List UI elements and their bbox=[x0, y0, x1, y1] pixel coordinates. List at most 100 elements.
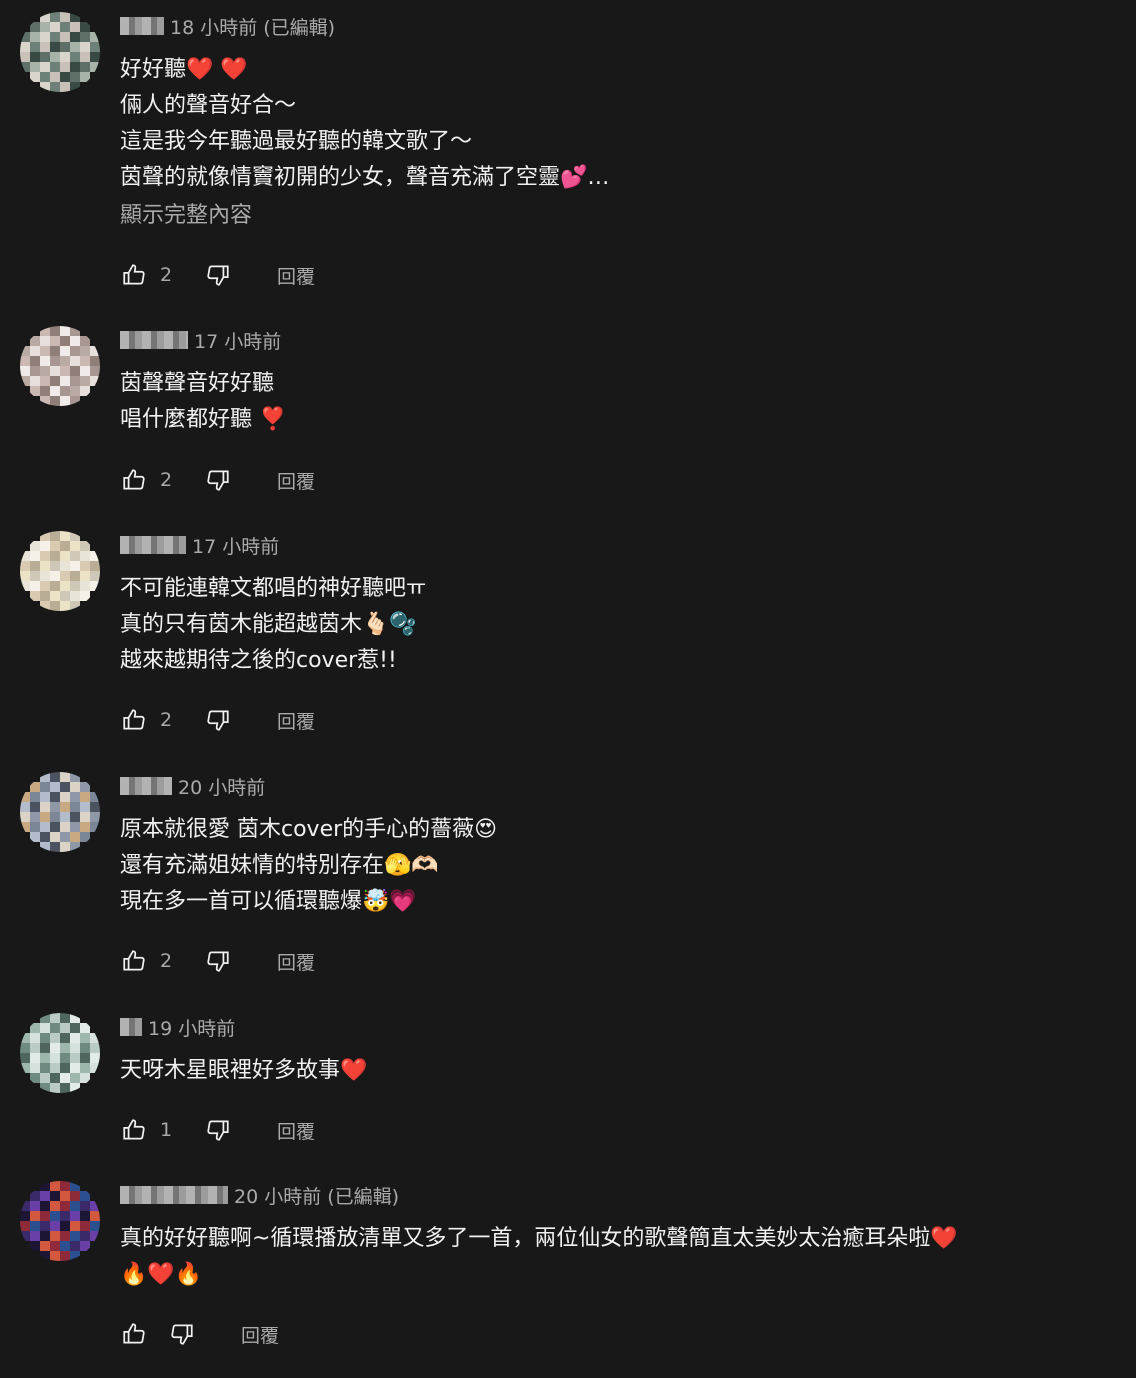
avatar-pixel bbox=[60, 1063, 70, 1073]
avatar-pixel bbox=[60, 326, 70, 336]
avatar-pixel bbox=[60, 1033, 70, 1043]
comment-header: 18 小時前 (已編輯) bbox=[120, 12, 1116, 40]
comment-actions: 1 回覆 bbox=[120, 1116, 315, 1144]
avatar-pixel bbox=[80, 356, 90, 366]
like-icon[interactable] bbox=[120, 1116, 148, 1144]
avatar-pixel bbox=[30, 1231, 40, 1241]
avatar-pixel bbox=[40, 561, 50, 571]
avatar-pixel bbox=[40, 772, 50, 782]
avatar-pixel bbox=[20, 802, 30, 812]
avatar-pixel bbox=[90, 1043, 100, 1053]
avatar-pixel bbox=[50, 561, 60, 571]
like-icon[interactable] bbox=[120, 261, 148, 289]
dislike-icon[interactable] bbox=[204, 947, 232, 975]
avatar-pixel bbox=[20, 822, 30, 832]
avatar-pixel bbox=[70, 591, 80, 601]
author-name-blurred[interactable] bbox=[120, 536, 186, 554]
avatar-pixel bbox=[60, 1201, 70, 1211]
like-icon[interactable] bbox=[120, 466, 148, 494]
avatar-pixel bbox=[40, 531, 50, 541]
reply-button[interactable]: 回覆 bbox=[277, 707, 315, 734]
avatar[interactable] bbox=[20, 1013, 100, 1093]
reply-button[interactable]: 回覆 bbox=[277, 262, 315, 289]
avatar-pixel bbox=[70, 336, 80, 346]
avatar-pixel bbox=[80, 541, 90, 551]
author-name-blurred[interactable] bbox=[120, 331, 188, 349]
reply-button[interactable]: 回覆 bbox=[277, 1117, 315, 1144]
comment-timestamp[interactable]: 20 小時前 bbox=[234, 1182, 321, 1209]
avatar-pixel bbox=[90, 1211, 100, 1221]
like-count: 2 bbox=[160, 264, 173, 286]
avatar-pixel bbox=[70, 531, 80, 541]
author-name-blurred[interactable] bbox=[120, 1186, 228, 1204]
avatar[interactable] bbox=[20, 531, 100, 611]
avatar-pixel bbox=[80, 1231, 90, 1241]
avatar-pixel bbox=[40, 356, 50, 366]
comment-timestamp[interactable]: 17 小時前 bbox=[192, 532, 279, 559]
avatar[interactable] bbox=[20, 326, 100, 406]
avatar[interactable] bbox=[20, 772, 100, 852]
dislike-icon[interactable] bbox=[204, 706, 232, 734]
avatar-pixel bbox=[60, 12, 70, 22]
comment-timestamp[interactable]: 20 小時前 bbox=[178, 773, 265, 800]
like-icon[interactable] bbox=[120, 1320, 148, 1348]
dislike-icon[interactable] bbox=[204, 1116, 232, 1144]
author-name-blurred[interactable] bbox=[120, 777, 172, 795]
dislike-icon[interactable] bbox=[168, 1320, 196, 1348]
avatar-pixel bbox=[90, 32, 100, 42]
author-name-blurred[interactable] bbox=[120, 1018, 142, 1036]
avatar-pixel bbox=[60, 396, 70, 406]
avatar-pixel bbox=[20, 1231, 30, 1241]
like-icon[interactable] bbox=[120, 706, 148, 734]
avatar-pixel bbox=[80, 72, 90, 82]
avatar-pixel bbox=[90, 571, 100, 581]
avatar-pixel bbox=[60, 842, 70, 852]
avatar-pixel bbox=[60, 82, 70, 92]
avatar-pixel bbox=[50, 356, 60, 366]
avatar-pixel bbox=[40, 326, 50, 336]
avatar-pixel bbox=[80, 581, 90, 591]
avatar-pixel bbox=[20, 1201, 30, 1211]
avatar-pixel bbox=[80, 1211, 90, 1221]
comment-timestamp[interactable]: 19 小時前 bbox=[148, 1014, 235, 1041]
avatar-pixel bbox=[50, 386, 60, 396]
comment-timestamp[interactable]: 17 小時前 bbox=[194, 327, 281, 354]
avatar-pixel bbox=[40, 571, 50, 581]
avatar-pixel bbox=[50, 12, 60, 22]
reply-button[interactable]: 回覆 bbox=[277, 467, 315, 494]
avatar-pixel bbox=[70, 812, 80, 822]
reply-button[interactable]: 回覆 bbox=[241, 1321, 279, 1348]
avatar-pixel bbox=[60, 601, 70, 611]
comment-actions: 2 回覆 bbox=[120, 466, 315, 494]
avatar-pixel bbox=[40, 842, 50, 852]
avatar-pixel bbox=[40, 581, 50, 591]
avatar-pixel bbox=[30, 1033, 40, 1043]
like-icon[interactable] bbox=[120, 947, 148, 975]
dislike-icon[interactable] bbox=[204, 261, 232, 289]
avatar-pixel bbox=[20, 812, 30, 822]
avatar-pixel bbox=[80, 62, 90, 72]
reply-button[interactable]: 回覆 bbox=[277, 948, 315, 975]
avatar[interactable] bbox=[20, 1181, 100, 1261]
dislike-icon[interactable] bbox=[204, 466, 232, 494]
avatar[interactable] bbox=[20, 12, 100, 92]
avatar-pixel bbox=[20, 1033, 30, 1043]
avatar-pixel bbox=[90, 792, 100, 802]
avatar-pixel bbox=[80, 591, 90, 601]
avatar-pixel bbox=[70, 82, 80, 92]
avatar-pixel bbox=[60, 1013, 70, 1023]
avatar-pixel bbox=[30, 366, 40, 376]
avatar-pixel bbox=[50, 1033, 60, 1043]
avatar-pixel bbox=[60, 72, 70, 82]
avatar-pixel bbox=[50, 772, 60, 782]
comment-header: 17 小時前 bbox=[120, 531, 1116, 559]
avatar-pixel bbox=[70, 1053, 80, 1063]
show-more-link[interactable]: 顯示完整內容 bbox=[120, 198, 1116, 234]
avatar-pixel bbox=[80, 1053, 90, 1063]
author-name-blurred[interactable] bbox=[120, 17, 164, 35]
comment-timestamp[interactable]: 18 小時前 bbox=[170, 13, 257, 40]
avatar-pixel bbox=[90, 62, 100, 72]
like-count: 1 bbox=[160, 1119, 173, 1141]
avatar-pixel bbox=[40, 346, 50, 356]
avatar-pixel bbox=[80, 366, 90, 376]
